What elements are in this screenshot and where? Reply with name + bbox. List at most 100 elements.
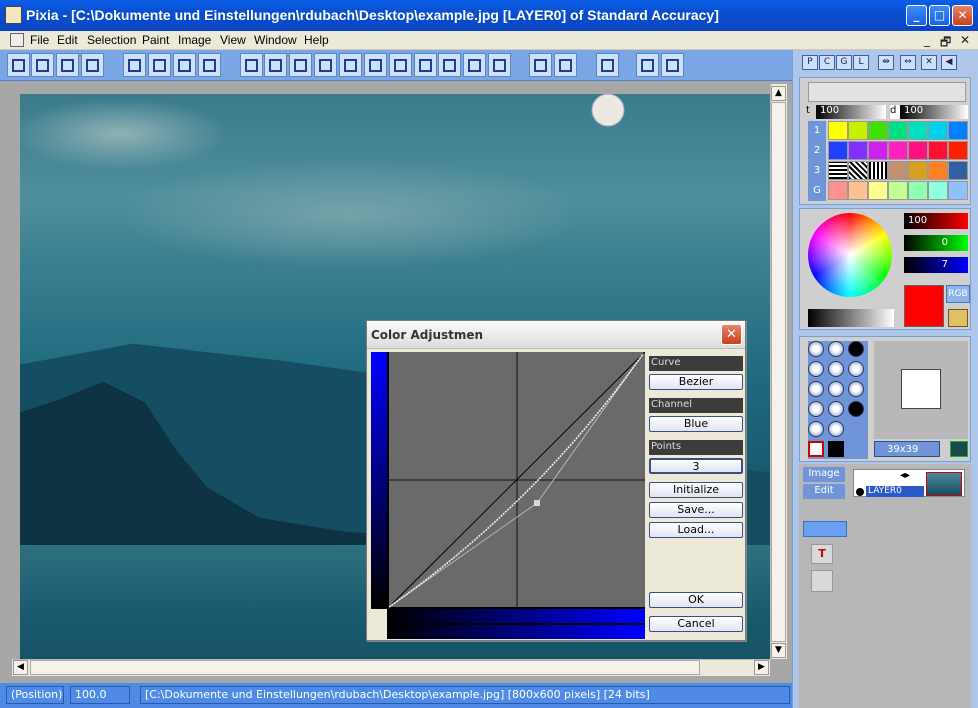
brush-shape[interactable] [828, 381, 844, 397]
pixia-app-icon[interactable] [5, 6, 22, 24]
current-color-swatch[interactable] [904, 285, 944, 327]
palette-row-g[interactable]: G [808, 181, 826, 201]
clear-selection-icon[interactable] [463, 53, 486, 77]
panel-close-icon[interactable]: ✕ [921, 55, 937, 70]
brush-shape[interactable] [828, 401, 844, 417]
fill-tool-icon[interactable] [438, 53, 461, 77]
paste-icon[interactable] [198, 53, 221, 77]
curve-editor[interactable] [371, 352, 645, 639]
brush-shape[interactable] [808, 421, 824, 437]
brush-shape[interactable] [828, 341, 844, 357]
dialog-close-icon[interactable]: ✕ [721, 324, 742, 345]
palette-pattern[interactable] [888, 161, 908, 180]
panel-dock-icon[interactable]: ◀ [941, 55, 957, 70]
brush-shape[interactable] [808, 401, 824, 417]
palette-pattern[interactable] [948, 161, 968, 180]
new-file-icon[interactable] [7, 53, 30, 77]
brush-texture-icon[interactable] [950, 441, 968, 457]
layer-row[interactable]: LAYER0 ◂▸ [853, 469, 965, 497]
palette-swatch[interactable] [888, 181, 908, 200]
palette-swatch[interactable] [868, 181, 888, 200]
palette-swatch[interactable] [908, 181, 928, 200]
gradient-icon[interactable] [596, 53, 619, 77]
minimize-button[interactable]: _ [906, 5, 927, 26]
panel-tab-p[interactable]: P [802, 55, 818, 70]
curve-control-point[interactable] [534, 500, 540, 506]
curve-tool-icon[interactable] [364, 53, 387, 77]
palette-swatch[interactable] [948, 121, 968, 140]
palette-swatch[interactable] [948, 181, 968, 200]
palette-swatch[interactable] [888, 141, 908, 160]
load-button[interactable]: Load... [649, 522, 743, 538]
palette-pattern[interactable] [928, 161, 948, 180]
palette-swatch[interactable] [928, 121, 948, 140]
image-tab[interactable]: Image [803, 467, 845, 482]
polygon-tool-icon[interactable] [339, 53, 362, 77]
zoom-in-icon[interactable] [636, 53, 659, 77]
horizontal-scroll-thumb[interactable] [30, 660, 700, 675]
palette-swatch[interactable] [828, 121, 848, 140]
ellipse-tool-icon[interactable] [314, 53, 337, 77]
mdi-minimize-button[interactable]: _ [924, 33, 930, 47]
t-value-slider[interactable]: 100 [816, 105, 886, 119]
palette-swatch[interactable] [928, 181, 948, 200]
undo-icon[interactable] [123, 53, 146, 77]
menu-file[interactable]: File [30, 33, 49, 47]
curve-type-button[interactable]: Bezier [649, 374, 743, 390]
checker-icon[interactable] [488, 53, 511, 77]
palette-pattern[interactable] [848, 161, 868, 180]
brush-shape[interactable] [848, 401, 864, 417]
palette-swatch[interactable] [848, 141, 868, 160]
palette-pattern[interactable] [828, 161, 848, 180]
ok-button[interactable]: OK [649, 592, 743, 608]
palette-swatch[interactable] [908, 141, 928, 160]
layer-list-icon[interactable] [811, 570, 833, 592]
close-button[interactable]: ✕ [952, 5, 973, 26]
brush-eraser-icon[interactable] [808, 441, 824, 457]
rgb-mode-button[interactable]: RGB [946, 285, 970, 303]
copy-icon[interactable] [173, 53, 196, 77]
brush-shape[interactable] [848, 381, 864, 397]
menu-help[interactable]: Help [304, 33, 329, 47]
edit-tab[interactable]: Edit [803, 484, 845, 499]
folder-icon[interactable] [948, 309, 968, 327]
brush-tool-row[interactable] [808, 82, 966, 102]
palette-pattern[interactable] [908, 161, 928, 180]
menu-edit[interactable]: Edit [57, 33, 78, 47]
palette-row-1[interactable]: 1 [808, 121, 826, 141]
curve-graph[interactable] [371, 352, 645, 639]
brush-shapes-grid[interactable] [808, 341, 868, 459]
initialize-button[interactable]: Initialize [649, 482, 743, 498]
cancel-button[interactable]: Cancel [649, 616, 743, 632]
points-button[interactable]: 3 [649, 458, 743, 474]
palette-swatch[interactable] [948, 141, 968, 160]
scroll-left-icon[interactable]: ◀ [13, 660, 28, 675]
brush-fill-icon[interactable] [828, 441, 844, 457]
palette-swatch[interactable] [928, 141, 948, 160]
d-value-slider[interactable]: 100 [900, 105, 968, 119]
zoom-out-icon[interactable] [661, 53, 684, 77]
pen-tool-icon[interactable] [240, 53, 263, 77]
color-palette-grid[interactable] [828, 121, 968, 201]
scroll-up-icon[interactable]: ▲ [771, 86, 786, 101]
layer-mode-bar[interactable] [803, 521, 847, 537]
save-button[interactable]: Save... [649, 502, 743, 518]
palette-swatch[interactable] [828, 141, 848, 160]
panel-expand-icon[interactable]: ⇔ [900, 55, 916, 70]
palette-swatch[interactable] [908, 121, 928, 140]
palette-swatch[interactable] [828, 181, 848, 200]
panel-tab-c[interactable]: C [819, 55, 835, 70]
scroll-down-icon[interactable]: ▼ [771, 643, 786, 658]
palette-swatch[interactable] [848, 181, 868, 200]
panel-arrange-icon[interactable]: ⇹ [878, 55, 894, 70]
gray-gradient-bar[interactable] [808, 309, 894, 327]
document-icon[interactable] [10, 33, 24, 47]
menu-view[interactable]: View [220, 33, 246, 47]
eraser-mode-icon[interactable] [554, 53, 577, 77]
mdi-close-button[interactable]: ✕ [960, 33, 970, 47]
palette-swatch[interactable] [868, 141, 888, 160]
menu-paint[interactable]: Paint [142, 33, 169, 47]
brush-shape[interactable] [808, 381, 824, 397]
scroll-right-icon[interactable]: ▶ [754, 660, 769, 675]
blue-slider[interactable]: 7 [904, 257, 968, 273]
